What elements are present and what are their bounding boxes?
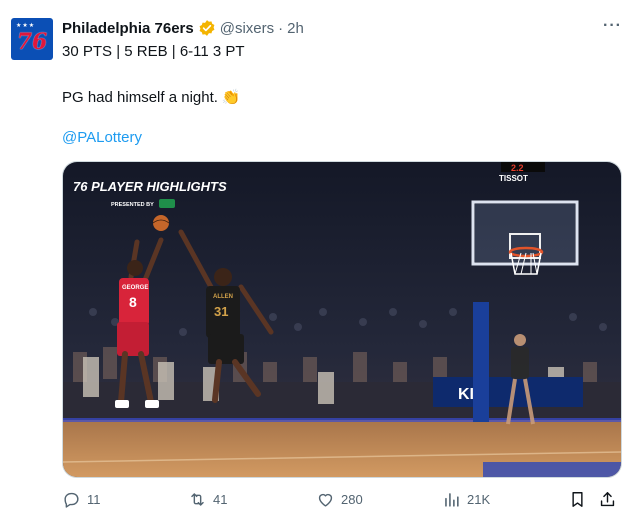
reply-icon — [64, 492, 79, 508]
reply-button[interactable]: 11 — [62, 490, 101, 509]
player-left-name: GEORGE — [122, 285, 148, 291]
verified-badge-icon — [198, 19, 216, 37]
player-right-name: ALLEN — [213, 294, 233, 300]
share-button[interactable] — [598, 490, 617, 509]
timestamp[interactable]: 2h — [287, 20, 304, 37]
reply-count: 11 — [87, 492, 101, 507]
separator-dot: · — [278, 19, 284, 37]
svg-text:2.2: 2.2 — [511, 163, 524, 173]
video-media[interactable]: KIA 2.2 TISSOT GEORGE 8 ALLEN 31 76 PLAY… — [62, 161, 622, 478]
bookmark-button[interactable] — [568, 490, 587, 509]
views-count: 21K — [467, 492, 491, 507]
video-frame: KIA 2.2 TISSOT GEORGE 8 ALLEN 31 76 PLAY… — [63, 162, 621, 477]
retweet-count: 41 — [213, 492, 228, 507]
tweet-actions: 11 41 280 21K — [62, 490, 620, 514]
more-options-icon[interactable]: ··· — [603, 17, 622, 35]
views-button[interactable]: 21K — [442, 490, 490, 509]
player-left-number: 8 — [129, 294, 137, 310]
tweet-header: Philadelphia 76ers @sixers · 2h — [62, 19, 304, 37]
author-name[interactable]: Philadelphia 76ers — [62, 20, 194, 37]
tweet-stats-text: 30 PTS | 5 REB | 6-11 3 PT — [62, 43, 245, 60]
like-count: 280 — [341, 492, 363, 507]
avatar[interactable]: ★★★ 76 — [11, 18, 53, 60]
clapping-hands-emoji: 👏 — [221, 89, 241, 106]
heart-icon — [318, 493, 333, 507]
tweet-body: PG had himself a night. 👏 — [62, 88, 241, 106]
tweet-card: ★★★ 76 Philadelphia 76ers @sixers · 2h ·… — [0, 0, 640, 524]
author-handle[interactable]: @sixers — [220, 20, 274, 37]
avatar-logo-text: 76 — [16, 29, 48, 55]
player-right-number: 31 — [214, 304, 228, 319]
retweet-button[interactable]: 41 — [188, 490, 227, 509]
overlay-title: 76 PLAYER HIGHLIGHTS — [73, 179, 227, 194]
tweet-body-text: PG had himself a night. — [62, 89, 218, 106]
shot-clock-brand: TISSOT — [499, 174, 528, 183]
like-button[interactable]: 280 — [316, 490, 363, 509]
bookmark-icon — [572, 492, 583, 507]
overlay-subtitle: PRESENTED BY — [111, 202, 154, 208]
retweet-icon — [191, 493, 204, 506]
sponsor-logo — [159, 199, 175, 208]
share-icon — [600, 492, 615, 507]
views-chart-icon — [445, 493, 459, 507]
avatar-stars: ★★★ — [16, 23, 36, 29]
mention-link[interactable]: @PALottery — [62, 129, 142, 146]
